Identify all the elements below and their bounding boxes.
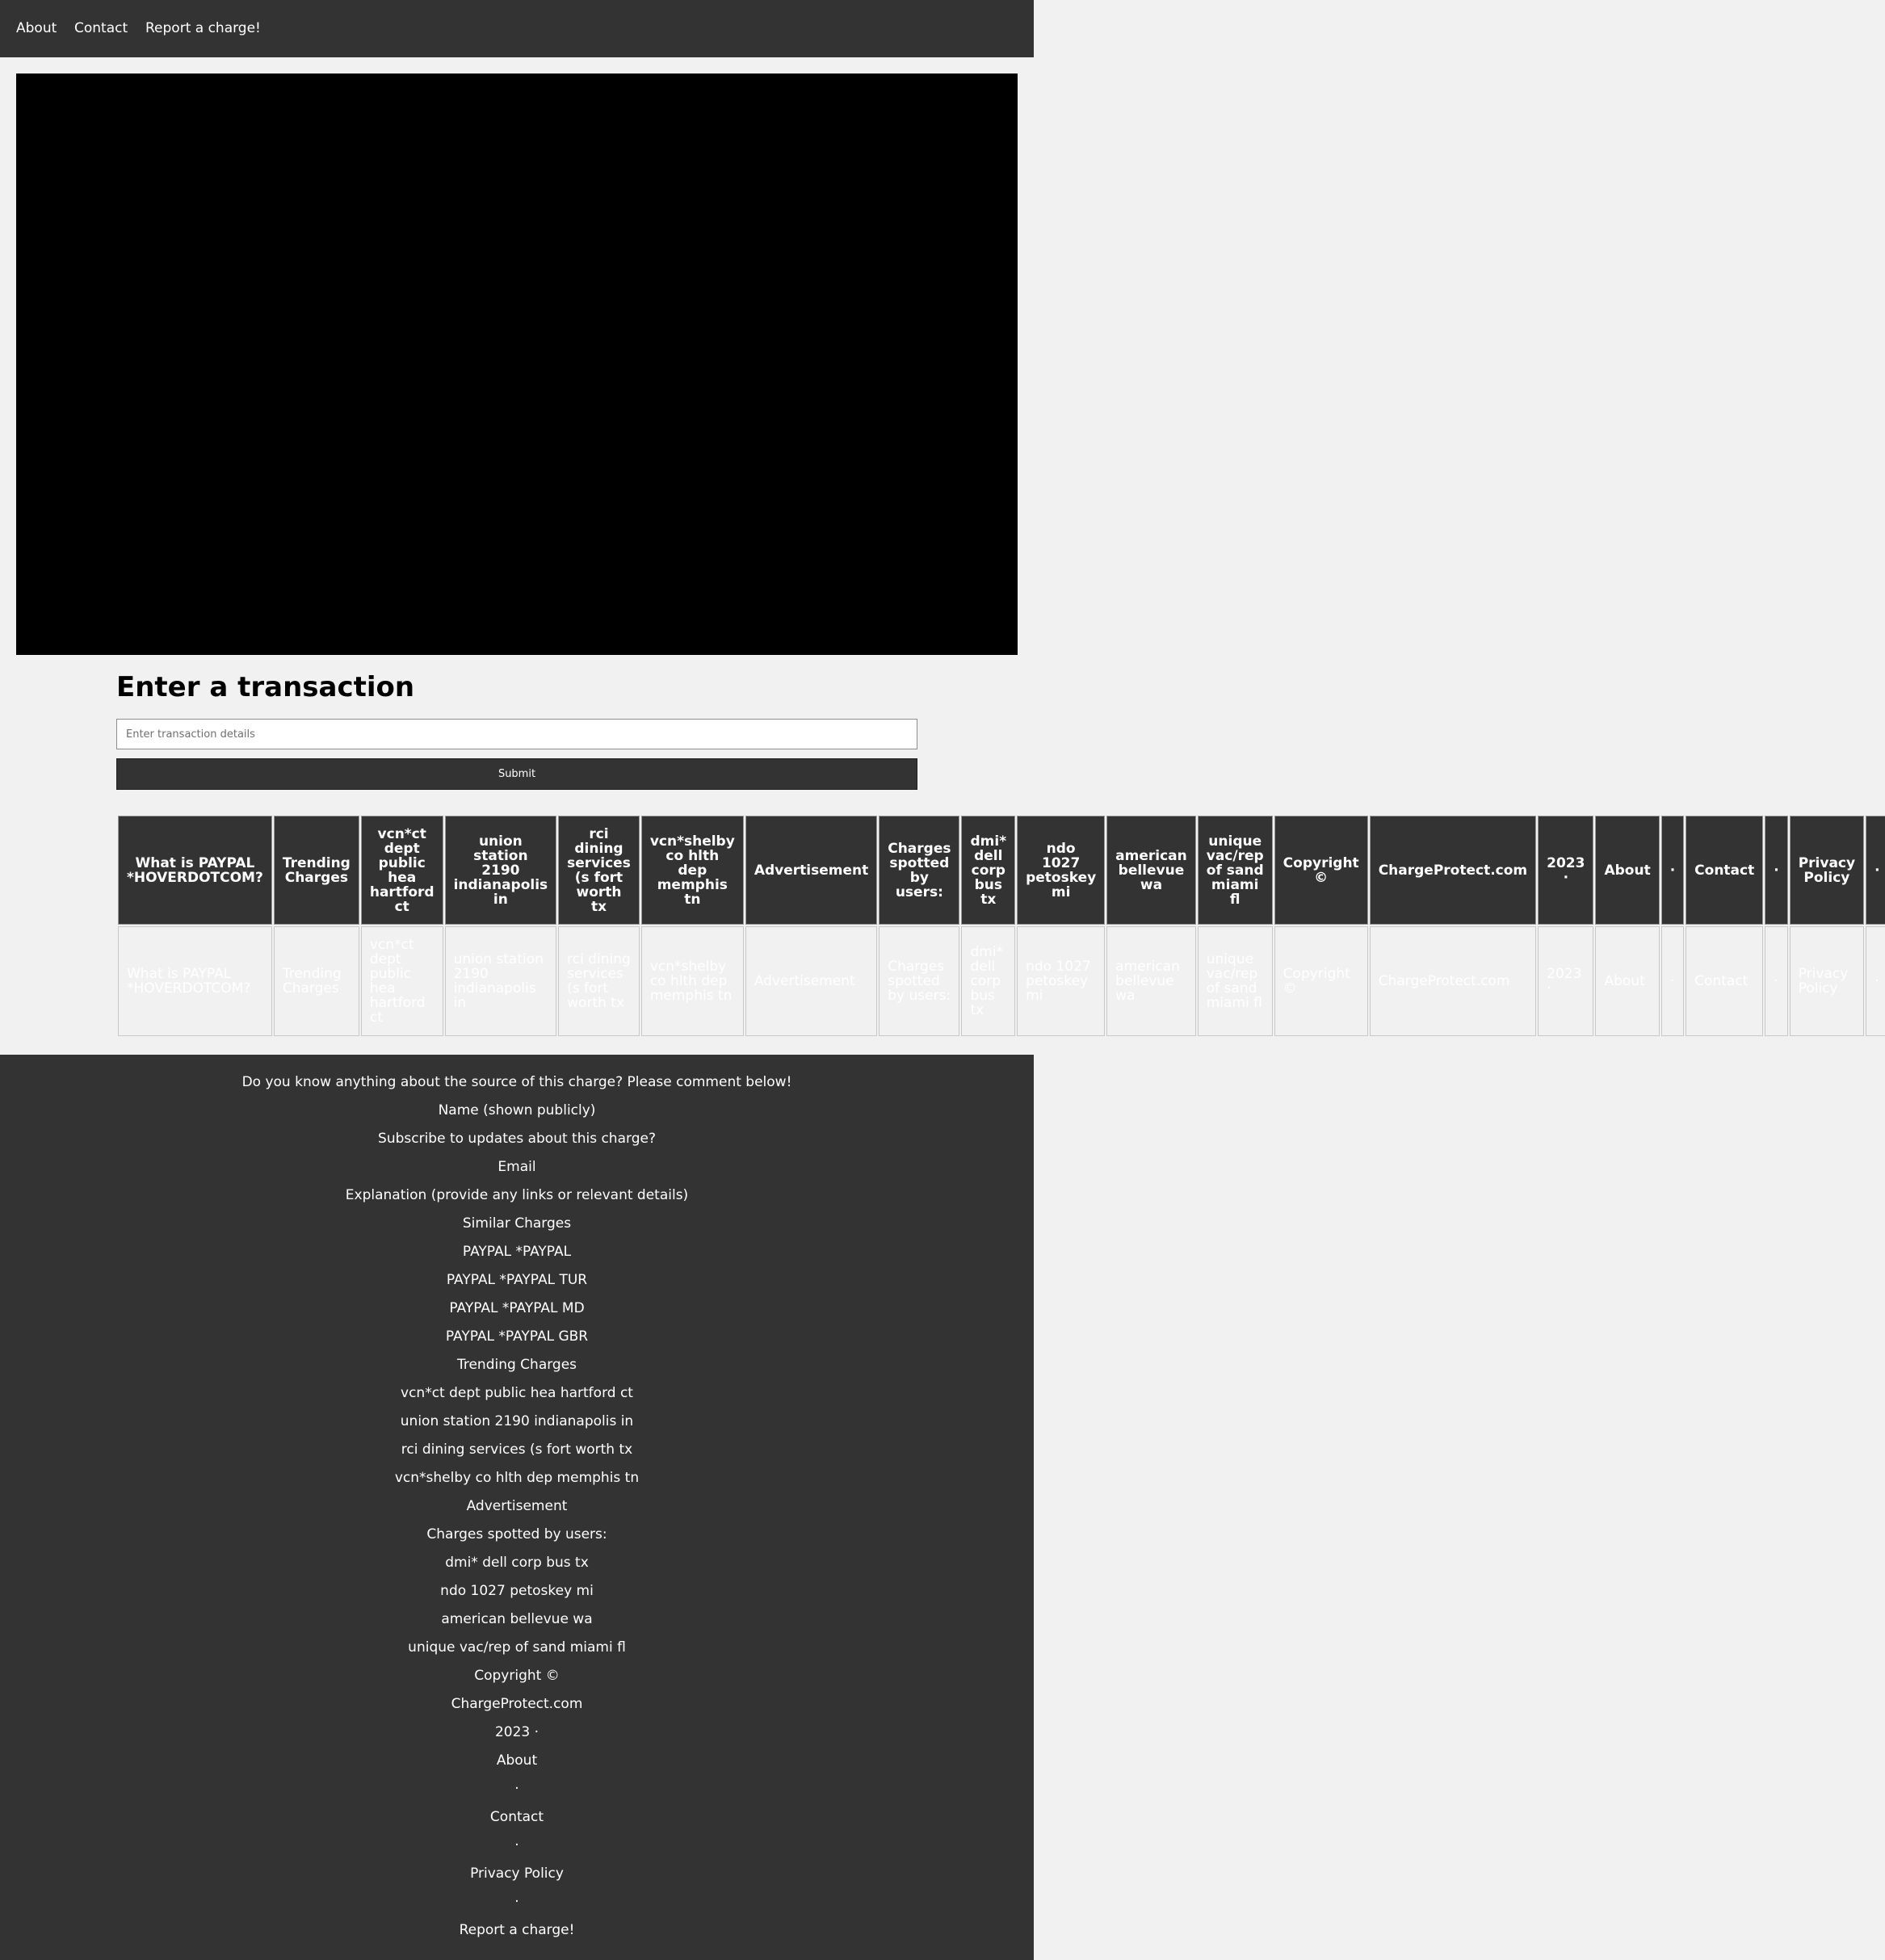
table-header-cell: dmi* dell corp bus tx bbox=[961, 816, 1016, 925]
footer-line: Do you know anything about the source of… bbox=[241, 1074, 792, 1090]
table-cell: · bbox=[1866, 926, 1885, 1036]
footer-line: Similar Charges bbox=[462, 1215, 572, 1232]
table-header-cell: Charges spotted by users: bbox=[879, 816, 960, 925]
table-row: What is PAYPAL *HOVERDOTCOM? Trending Cha… bbox=[118, 926, 1885, 1036]
table-cell: · bbox=[1765, 926, 1788, 1036]
table-header-cell: Privacy Policy bbox=[1789, 816, 1865, 925]
nav-link-contact[interactable]: Contact bbox=[74, 20, 128, 36]
footer-line: Email bbox=[497, 1159, 536, 1175]
charges-table: What is PAYPAL *HOVERDOTCOM? Trending Cha… bbox=[116, 814, 1885, 1038]
table-cell: unique vac/rep of sand miami fl bbox=[1197, 926, 1273, 1036]
top-navbar: About Contact Report a charge! bbox=[0, 0, 1034, 57]
table-cell: rci dining services (s fort worth tx bbox=[558, 926, 640, 1036]
table-header-cell: Copyright © bbox=[1274, 816, 1368, 925]
hero-media-area bbox=[16, 73, 1018, 655]
form-title: Enter a transaction bbox=[116, 671, 415, 703]
footer-line: Subscribe to updates about this charge? bbox=[378, 1131, 656, 1147]
table-header-cell: union station 2190 indianapolis in bbox=[444, 816, 557, 925]
footer-line: · bbox=[514, 1781, 519, 1797]
table-cell: american bellevue wa bbox=[1106, 926, 1196, 1036]
table-cell: ndo 1027 petoskey mi bbox=[1017, 926, 1106, 1036]
table-cell: Privacy Policy bbox=[1789, 926, 1865, 1036]
table-header-cell: · bbox=[1765, 816, 1788, 925]
table-cell: Contact bbox=[1686, 926, 1764, 1036]
table-cell: ChargeProtect.com bbox=[1369, 926, 1537, 1036]
table-cell: About bbox=[1595, 926, 1660, 1036]
table-cell: vcn*shelby co hlth dep memphis tn bbox=[640, 926, 744, 1036]
table-header-row: What is PAYPAL *HOVERDOTCOM? Trending Cha… bbox=[118, 816, 1885, 925]
table-header-cell: unique vac/rep of sand miami fl bbox=[1197, 816, 1273, 925]
footer-line: · bbox=[514, 1894, 519, 1910]
table-header-cell: About bbox=[1595, 816, 1660, 925]
footer-line: rci dining services (s fort worth tx bbox=[401, 1442, 633, 1458]
footer-line: · bbox=[514, 1837, 519, 1853]
table-header-cell: · bbox=[1660, 816, 1685, 925]
table-header-cell: vcn*ct dept public hea hartford ct bbox=[360, 816, 443, 925]
submit-button[interactable]: Submit bbox=[116, 758, 917, 790]
footer-line: Charges spotted by users: bbox=[426, 1526, 607, 1542]
transaction-input[interactable] bbox=[116, 719, 917, 749]
table-cell: union station 2190 indianapolis in bbox=[444, 926, 557, 1036]
footer-line: ndo 1027 petoskey mi bbox=[440, 1583, 594, 1599]
footer-line: dmi* dell corp bus tx bbox=[445, 1555, 589, 1571]
footer-line: PAYPAL *PAYPAL TUR bbox=[446, 1272, 588, 1288]
footer-line: american bellevue wa bbox=[441, 1611, 593, 1627]
table-cell: Trending Charges bbox=[273, 926, 359, 1036]
table-cell: vcn*ct dept public hea hartford ct bbox=[360, 926, 443, 1036]
footer-line: PAYPAL *PAYPAL MD bbox=[449, 1300, 585, 1316]
footer-line: Trending Charges bbox=[456, 1357, 577, 1373]
footer-line: Advertisement bbox=[466, 1498, 568, 1514]
table-header-cell: Contact bbox=[1686, 816, 1764, 925]
table-header-cell: Trending Charges bbox=[273, 816, 359, 925]
table-header-cell: rci dining services (s fort worth tx bbox=[558, 816, 640, 925]
nav-link-about[interactable]: About bbox=[16, 20, 57, 36]
table-header-cell: ChargeProtect.com bbox=[1369, 816, 1537, 925]
table-header-cell: 2023 · bbox=[1538, 816, 1594, 925]
footer-line: About bbox=[496, 1752, 538, 1769]
table-cell: What is PAYPAL *HOVERDOTCOM? bbox=[118, 926, 272, 1036]
table-cell: dmi* dell corp bus tx bbox=[961, 926, 1016, 1036]
footer-line: Explanation (provide any links or releva… bbox=[345, 1187, 689, 1203]
footer-line: Report a charge! bbox=[459, 1922, 575, 1938]
footer-line: vcn*shelby co hlth dep memphis tn bbox=[394, 1470, 640, 1486]
footer-line: 2023 · bbox=[494, 1724, 539, 1740]
table-cell: · bbox=[1660, 926, 1685, 1036]
footer-line: Name (shown publicly) bbox=[438, 1102, 596, 1119]
footer-line: Privacy Policy bbox=[470, 1866, 564, 1882]
table-cell: Advertisement bbox=[745, 926, 878, 1036]
footer-line: PAYPAL *PAYPAL GBR bbox=[445, 1328, 589, 1345]
footer-line: ChargeProtect.com bbox=[451, 1696, 583, 1712]
table-header-cell: american bellevue wa bbox=[1106, 816, 1196, 925]
table-cell: 2023 · bbox=[1538, 926, 1594, 1036]
table-cell: Charges spotted by users: bbox=[879, 926, 960, 1036]
footer: Do you know anything about the source of… bbox=[0, 1055, 1034, 1960]
nav-link-report-charge[interactable]: Report a charge! bbox=[145, 20, 261, 36]
table-header-cell: What is PAYPAL *HOVERDOTCOM? bbox=[118, 816, 272, 925]
footer-line: Copyright © bbox=[474, 1668, 560, 1684]
table-header-cell: ndo 1027 petoskey mi bbox=[1017, 816, 1106, 925]
footer-line: unique vac/rep of sand miami fl bbox=[408, 1639, 626, 1656]
footer-line: PAYPAL *PAYPAL bbox=[462, 1244, 572, 1260]
footer-line: union station 2190 indianapolis in bbox=[400, 1413, 634, 1429]
footer-line: Contact bbox=[489, 1809, 544, 1825]
table-cell: Copyright © bbox=[1274, 926, 1368, 1036]
table-header-cell: Advertisement bbox=[745, 816, 878, 925]
table-header-cell: · bbox=[1866, 816, 1885, 925]
table-header-cell: vcn*shelby co hlth dep memphis tn bbox=[640, 816, 744, 925]
footer-line: vcn*ct dept public hea hartford ct bbox=[401, 1385, 633, 1401]
